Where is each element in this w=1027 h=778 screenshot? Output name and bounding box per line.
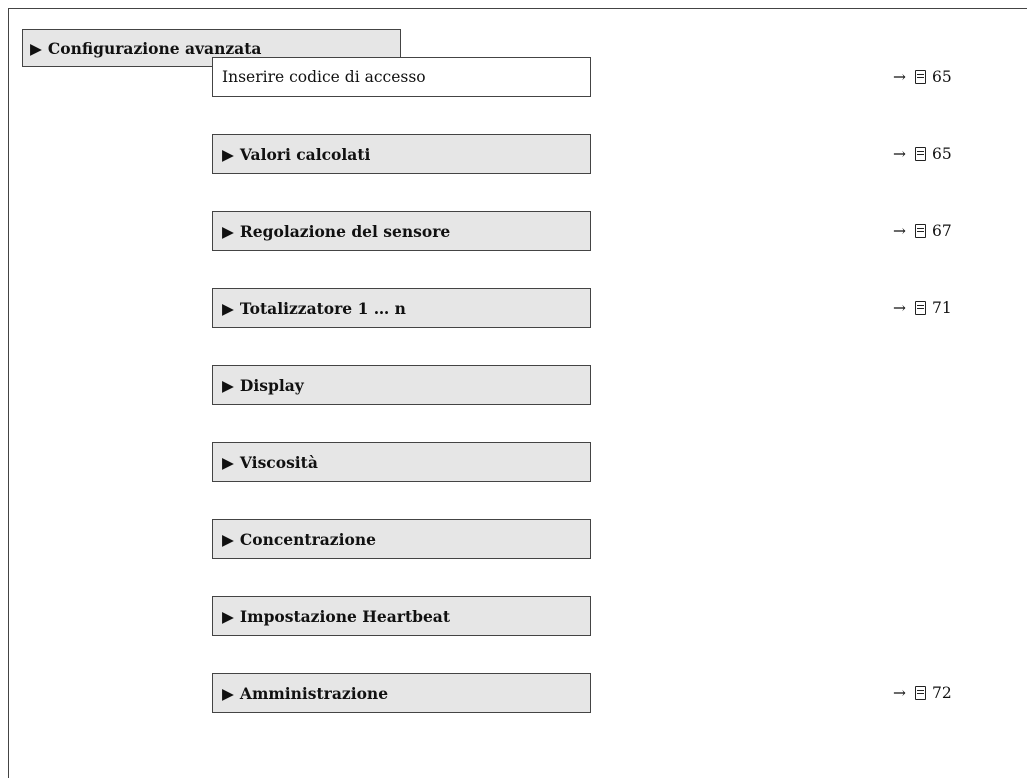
row-label: Totalizzatore 1 … n xyxy=(239,298,406,318)
page-reference-icon xyxy=(915,70,926,84)
triangle-right-icon: ▶ xyxy=(222,452,234,472)
submenu-totalizzatore[interactable]: ▶ Totalizzatore 1 … n xyxy=(212,288,591,328)
page-reference[interactable]: → 65 xyxy=(893,57,952,97)
triangle-right-icon: ▶ xyxy=(222,683,234,703)
page-number: 71 xyxy=(932,299,952,317)
row-label: Viscosità xyxy=(239,452,318,472)
row-label: Amministrazione xyxy=(239,683,389,703)
submenu-impostazione-heartbeat[interactable]: ▶ Impostazione Heartbeat xyxy=(212,596,591,636)
row-label: Valori calcolati xyxy=(239,144,371,164)
triangle-right-icon: ▶ xyxy=(222,144,234,164)
page-reference-icon xyxy=(915,224,926,238)
triangle-right-icon: ▶ xyxy=(222,606,234,626)
menu-header-label: Configurazione avanzata xyxy=(47,38,262,58)
page-number: 67 xyxy=(932,222,952,240)
page-reference-icon xyxy=(915,301,926,315)
submenu-regolazione-del-sensore[interactable]: ▶ Regolazione del sensore xyxy=(212,211,591,251)
right-arrow-icon: → xyxy=(893,299,906,317)
triangle-right-icon: ▶ xyxy=(222,221,234,241)
triangle-right-icon: ▶ xyxy=(30,38,42,58)
triangle-right-icon: ▶ xyxy=(222,375,234,395)
row-label: Impostazione Heartbeat xyxy=(239,606,451,626)
page-number: 65 xyxy=(932,68,952,86)
page-number: 72 xyxy=(932,684,952,702)
page-reference[interactable]: → 71 xyxy=(893,288,952,328)
submenu-concentrazione[interactable]: ▶ Concentrazione xyxy=(212,519,591,559)
submenu-display[interactable]: ▶ Display xyxy=(212,365,591,405)
page-reference[interactable]: → 72 xyxy=(893,673,952,713)
right-arrow-icon: → xyxy=(893,222,906,240)
right-arrow-icon: → xyxy=(893,684,906,702)
submenu-valori-calcolati[interactable]: ▶ Valori calcolati xyxy=(212,134,591,174)
page-number: 65 xyxy=(932,145,952,163)
right-arrow-icon: → xyxy=(893,145,906,163)
param-inserire-codice-di-accesso[interactable]: Inserire codice di accesso xyxy=(212,57,591,97)
row-label: Concentrazione xyxy=(239,529,376,549)
triangle-right-icon: ▶ xyxy=(222,298,234,318)
row-label: Inserire codice di accesso xyxy=(222,68,426,86)
page-reference[interactable]: → 67 xyxy=(893,211,952,251)
page-reference[interactable]: → 65 xyxy=(893,134,952,174)
row-label: Regolazione del sensore xyxy=(239,221,451,241)
triangle-right-icon: ▶ xyxy=(222,529,234,549)
submenu-amministrazione[interactable]: ▶ Amministrazione xyxy=(212,673,591,713)
right-arrow-icon: → xyxy=(893,68,906,86)
row-label: Display xyxy=(239,375,304,395)
page-reference-icon xyxy=(915,686,926,700)
submenu-viscosita[interactable]: ▶ Viscosità xyxy=(212,442,591,482)
page-reference-icon xyxy=(915,147,926,161)
